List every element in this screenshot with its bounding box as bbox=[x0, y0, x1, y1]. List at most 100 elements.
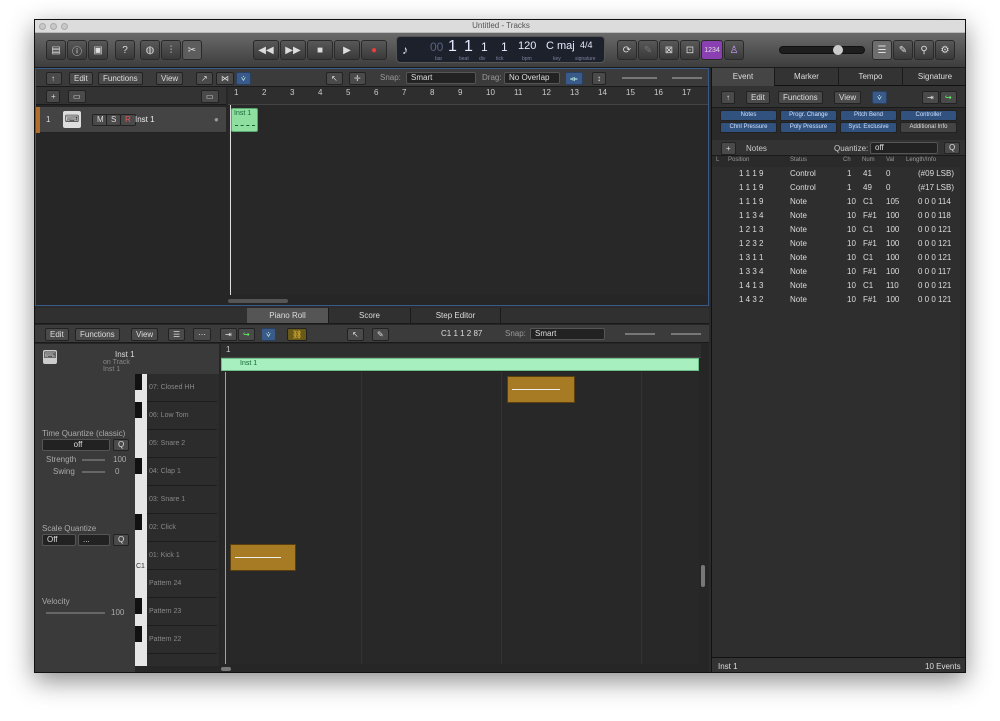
drum-key-row[interactable]: 04: Clap 1 bbox=[147, 458, 217, 486]
lcd-key[interactable]: C maj bbox=[546, 40, 575, 52]
drag-dropdown[interactable]: No Overlap bbox=[504, 72, 560, 84]
quantize-button[interactable]: Q bbox=[113, 439, 130, 451]
editor-horizontal-zoom[interactable] bbox=[671, 333, 701, 335]
tracks-workspace[interactable]: Inst 1 bbox=[228, 105, 708, 295]
drum-key-row[interactable]: Pattern 22 bbox=[147, 626, 217, 654]
pencil-tool-icon[interactable]: ✛ bbox=[349, 72, 366, 85]
drum-key-row[interactable]: 02: Click bbox=[147, 514, 217, 542]
midi-note-f-sharp-1[interactable] bbox=[507, 376, 575, 403]
note-pad-icon[interactable]: ✎ bbox=[893, 40, 913, 60]
count-in-button[interactable]: 1234 bbox=[701, 40, 723, 60]
folder-icon[interactable]: ▭ bbox=[68, 90, 86, 103]
event-filter-icon[interactable]: ⩒ bbox=[872, 91, 887, 104]
filter-icon[interactable]: ⩒ bbox=[261, 328, 276, 341]
stop-button[interactable]: ■ bbox=[307, 40, 333, 60]
track-header[interactable]: 1 ⌨ M S R Inst 1 ● bbox=[36, 107, 226, 133]
tracks-menu-functions[interactable]: Functions bbox=[98, 72, 143, 85]
event-menu-edit[interactable]: Edit bbox=[746, 91, 770, 104]
record-enable-button[interactable]: R bbox=[120, 114, 136, 126]
vertical-zoom-slider[interactable] bbox=[622, 77, 657, 79]
tab-piano-roll[interactable]: Piano Roll bbox=[247, 308, 329, 323]
event-row[interactable]: 1 2 1 3 Note 10 C1 100 0 0 0 121 bbox=[712, 223, 959, 237]
lcd-display[interactable]: ♪ 00 1 1 1 1 bar beat div tick 120 bpm C… bbox=[396, 36, 605, 63]
mixer-icon[interactable]: ⫶ bbox=[161, 40, 181, 60]
midi-note-c1[interactable] bbox=[230, 544, 296, 571]
event-back-icon[interactable]: ↑ bbox=[721, 91, 735, 104]
event-row[interactable]: 1 3 1 1 Note 10 C1 100 0 0 0 121 bbox=[712, 251, 959, 265]
event-row[interactable]: 1 3 3 4 Note 10 F#1 100 0 0 0 117 bbox=[712, 265, 959, 279]
tab-score[interactable]: Score bbox=[329, 308, 411, 323]
drum-key-row[interactable]: 05: Snare 2 bbox=[147, 430, 217, 458]
drum-key-row[interactable]: 03: Snare 1 bbox=[147, 486, 217, 514]
drum-key-row[interactable]: 07: Closed HH bbox=[147, 374, 217, 402]
track-options-icon[interactable]: ● bbox=[214, 115, 219, 124]
swing-slider[interactable] bbox=[82, 471, 105, 473]
master-volume-knob[interactable] bbox=[833, 45, 843, 55]
event-quantize-dropdown[interactable]: off bbox=[870, 142, 938, 154]
tuner-icon[interactable]: ✎ bbox=[638, 40, 658, 60]
drum-key-row[interactable]: 01: Kick 1 bbox=[147, 542, 217, 570]
event-filter-syst-exclusive[interactable]: Syst. Exclusive bbox=[840, 122, 897, 133]
editor-menu-functions[interactable]: Functions bbox=[75, 328, 120, 341]
time-quantize-dropdown[interactable]: off bbox=[42, 439, 110, 451]
filter-icon[interactable]: ⩒ bbox=[236, 72, 251, 85]
event-catch-icon[interactable]: ↪ bbox=[940, 91, 957, 104]
drum-key-row[interactable]: Pattern 23 bbox=[147, 598, 217, 626]
collapse-icon[interactable]: ▭ bbox=[201, 90, 219, 103]
list-editors-icon[interactable]: ☰ bbox=[872, 40, 892, 60]
drum-key-row[interactable]: Pattern 24 bbox=[147, 570, 217, 598]
lcd-signature[interactable]: 4/4 bbox=[580, 40, 593, 50]
event-midi-out-icon[interactable]: ⇥ bbox=[922, 91, 939, 104]
metronome-icon[interactable]: ♙ bbox=[724, 40, 744, 60]
create-event-button[interactable]: + bbox=[721, 142, 736, 155]
play-button[interactable]: ▶ bbox=[334, 40, 360, 60]
browsers-icon[interactable]: ⚙ bbox=[935, 40, 955, 60]
smart-controls-icon[interactable]: ◍ bbox=[140, 40, 160, 60]
master-volume-slider[interactable] bbox=[779, 45, 865, 55]
pointer-tool-icon[interactable]: ↖ bbox=[326, 72, 343, 85]
scale-quantize-button[interactable]: Q bbox=[113, 534, 130, 546]
editor-vertical-zoom[interactable] bbox=[625, 333, 655, 335]
cycle-icon[interactable]: ⟳ bbox=[617, 40, 637, 60]
editor-menu-edit[interactable]: Edit bbox=[45, 328, 69, 341]
solo-icon[interactable]: ⊠ bbox=[659, 40, 679, 60]
event-row[interactable]: 1 2 3 2 Note 10 F#1 100 0 0 0 121 bbox=[712, 237, 959, 251]
event-quantize-button[interactable]: Q bbox=[944, 142, 961, 154]
toolbar-icon[interactable]: ▣ bbox=[88, 40, 108, 60]
help-icon[interactable]: ? bbox=[115, 40, 135, 60]
piano-roll-ruler[interactable]: 1 bbox=[221, 344, 701, 358]
tab-tempo[interactable]: Tempo bbox=[839, 68, 903, 86]
event-row[interactable]: 1 1 1 9 Control 1 49 0 (#17 LSB) bbox=[712, 181, 959, 195]
event-row[interactable]: 1 1 3 4 Note 10 F#1 100 0 0 0 118 bbox=[712, 209, 959, 223]
record-button[interactable]: ● bbox=[361, 40, 387, 60]
piano-roll-region-bar[interactable]: Inst 1 bbox=[221, 358, 699, 371]
tracks-menu-view[interactable]: View bbox=[156, 72, 184, 85]
scale-type-dropdown[interactable]: ... bbox=[78, 534, 110, 546]
back-icon[interactable]: ↑ bbox=[46, 72, 62, 85]
tab-marker[interactable]: Marker bbox=[775, 68, 839, 86]
event-menu-functions[interactable]: Functions bbox=[778, 91, 823, 104]
midi-region[interactable]: Inst 1 bbox=[231, 108, 258, 132]
event-filter-additional-info[interactable]: Additional Info bbox=[900, 122, 957, 133]
event-menu-view[interactable]: View bbox=[834, 91, 862, 104]
drum-key-row[interactable]: 06: Low Tom bbox=[147, 402, 217, 430]
tracks-ruler[interactable]: 1 2 3 4 5 6 7 8 9 10 11 12 13 14 15 16 17 bbox=[228, 87, 708, 105]
loop-browser-icon[interactable]: ⚲ bbox=[914, 40, 934, 60]
event-row[interactable]: 1 4 3 2 Note 10 F#1 100 0 0 0 121 bbox=[712, 293, 959, 307]
metronome-icon[interactable]: ♪ bbox=[402, 43, 408, 57]
tracks-scrollbar[interactable] bbox=[228, 297, 708, 305]
pencil-tool-icon[interactable]: ✎ bbox=[372, 328, 389, 341]
info-icon[interactable]: ⓘ bbox=[67, 40, 87, 60]
library-icon[interactable]: ▤ bbox=[46, 40, 66, 60]
playhead[interactable] bbox=[230, 105, 231, 295]
tab-step-editor[interactable]: Step Editor bbox=[411, 308, 501, 323]
track-name[interactable]: Inst 1 bbox=[135, 115, 155, 124]
event-filter-poly-pressure[interactable]: Poly Pressure bbox=[780, 122, 837, 133]
tracks-menu-edit[interactable]: Edit bbox=[69, 72, 93, 85]
piano-roll-vscroll[interactable] bbox=[699, 372, 707, 664]
scale-quantize-dropdown[interactable]: Off bbox=[42, 534, 76, 546]
event-filter-controller[interactable]: Controller bbox=[900, 110, 957, 121]
event-filter-chnl-pressure[interactable]: Chnl Pressure bbox=[720, 122, 777, 133]
piano-roll-grid[interactable] bbox=[221, 372, 699, 664]
event-filter-notes[interactable]: Notes bbox=[720, 110, 777, 121]
